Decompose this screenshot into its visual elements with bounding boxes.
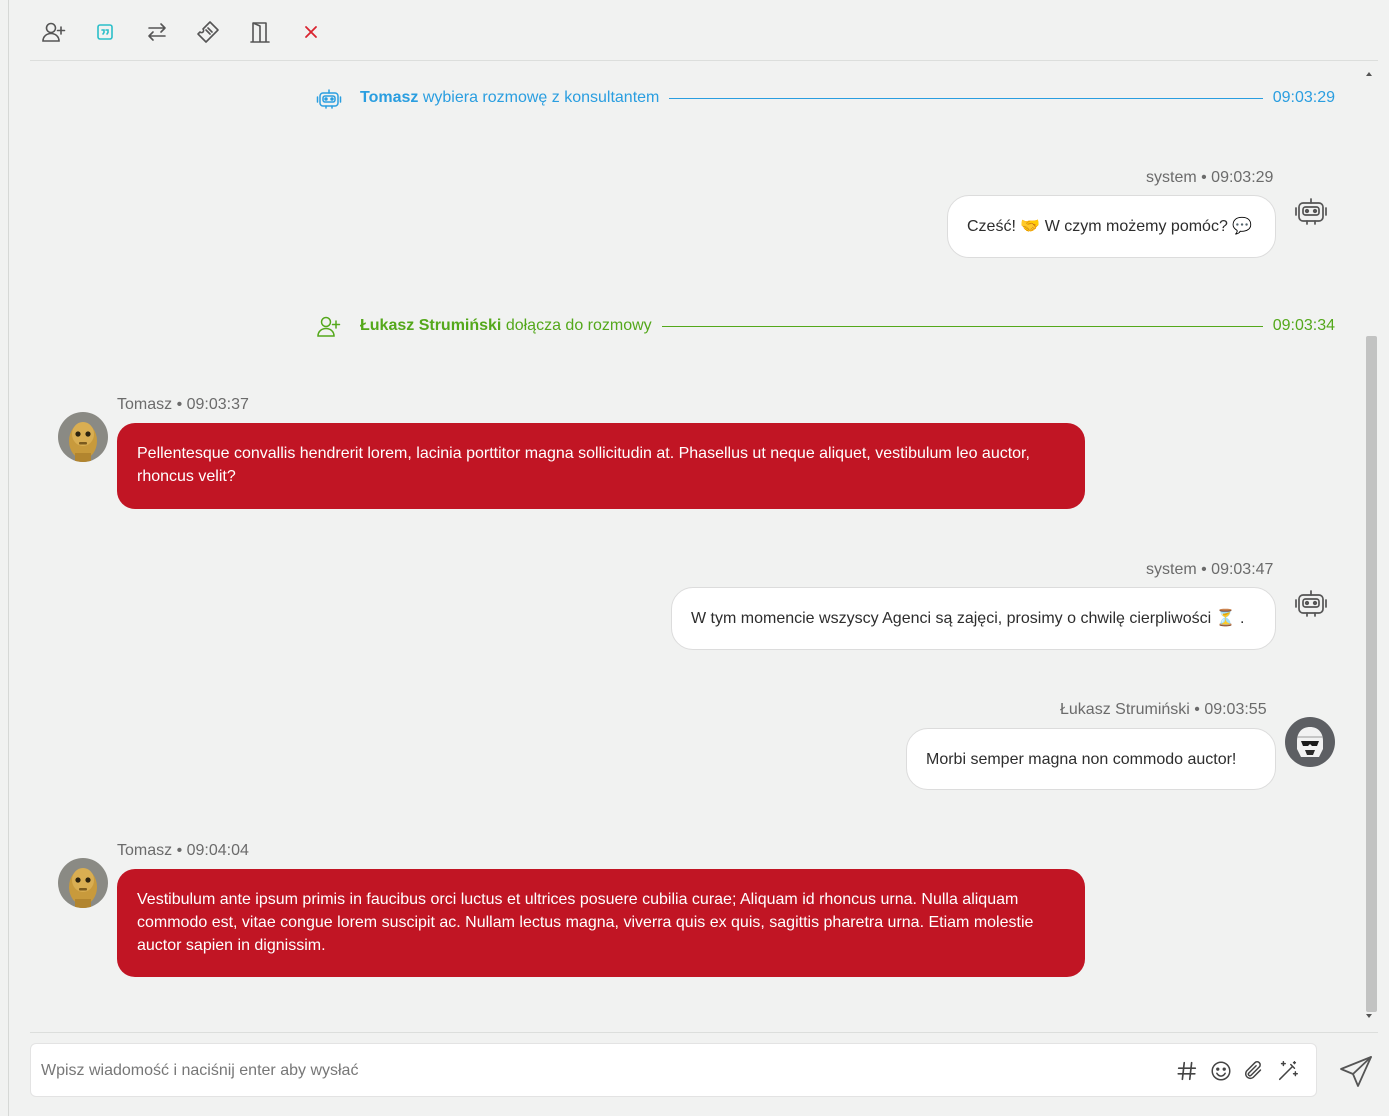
event-row: Łukasz Strumiński dołącza do rozmowy 09:… bbox=[316, 314, 1335, 338]
robot-icon bbox=[316, 89, 342, 109]
message-meta: Tomasz • 09:03:37 bbox=[117, 396, 249, 413]
message-bubble: Cześć! 🤝 W czym możemy pomóc? 💬 bbox=[947, 195, 1276, 258]
scroll-down-arrow[interactable] bbox=[1366, 1014, 1372, 1018]
avatar-gold-robot bbox=[58, 412, 108, 462]
event-text: Łukasz Strumiński dołącza do rozmowy bbox=[360, 317, 652, 335]
message-composer bbox=[30, 1043, 1317, 1097]
event-user-name: Tomasz bbox=[360, 89, 419, 106]
robot-icon bbox=[1295, 198, 1327, 225]
composer-divider bbox=[30, 1032, 1378, 1033]
event-user-name: Łukasz Strumiński bbox=[360, 317, 502, 334]
message-input[interactable] bbox=[39, 1054, 1143, 1088]
event-divider bbox=[669, 97, 1263, 99]
hashtag-button[interactable] bbox=[1174, 1058, 1200, 1084]
message-meta: Łukasz Strumiński • 09:03:55 bbox=[1060, 701, 1267, 718]
avatar bbox=[1285, 717, 1335, 767]
message-meta: system • 09:03:29 bbox=[1146, 169, 1274, 186]
transfer-icon bbox=[148, 23, 166, 41]
exit-door-button[interactable] bbox=[246, 18, 274, 46]
message-bubble: Vestibulum ante ipsum primis in faucibus… bbox=[117, 869, 1085, 977]
ai-assist-button[interactable] bbox=[1275, 1058, 1301, 1084]
emoji-icon bbox=[1211, 1061, 1231, 1081]
ticket-button[interactable] bbox=[194, 18, 222, 46]
message-meta: Tomasz • 09:04:04 bbox=[117, 842, 249, 859]
message-meta: system • 09:03:47 bbox=[1146, 561, 1274, 578]
message-bubble: Morbi semper magna non commodo auctor! bbox=[906, 728, 1276, 790]
add-user-icon bbox=[317, 316, 341, 337]
send-icon bbox=[1340, 1056, 1372, 1087]
event-text: Tomasz wybiera rozmowę z konsultantem bbox=[360, 89, 659, 107]
close-chat-button[interactable] bbox=[297, 18, 325, 46]
event-time: 09:03:29 bbox=[1272, 89, 1335, 106]
avatar bbox=[58, 858, 108, 908]
add-user-button[interactable] bbox=[40, 18, 68, 46]
add-user-icon bbox=[42, 22, 66, 42]
event-description: wybiera rozmowę z konsultantem bbox=[418, 89, 660, 106]
transfer-button[interactable] bbox=[143, 18, 171, 46]
avatar-gold-robot bbox=[58, 858, 108, 908]
avatar bbox=[58, 412, 108, 462]
event-divider bbox=[661, 325, 1263, 327]
scrollbar-thumb[interactable] bbox=[1366, 336, 1377, 1012]
quote-icon bbox=[97, 24, 113, 40]
message-bubble: Pellentesque convallis hendrerit lorem, … bbox=[117, 423, 1085, 509]
scroll-up-arrow[interactable] bbox=[1366, 72, 1372, 76]
avatar-trooper bbox=[1285, 717, 1335, 767]
event-description: dołącza do rozmowy bbox=[501, 317, 652, 334]
toolbar bbox=[30, 0, 1378, 61]
magic-wand-icon bbox=[1278, 1061, 1298, 1081]
event-row: Tomasz wybiera rozmowę z konsultantem 09… bbox=[316, 86, 1335, 110]
quote-button[interactable] bbox=[91, 18, 119, 46]
ticket-icon bbox=[197, 21, 219, 43]
message-bubble: W tym momencie wszyscy Agenci są zajęci,… bbox=[671, 587, 1276, 650]
door-exit-icon bbox=[250, 22, 270, 43]
paperclip-icon bbox=[1244, 1061, 1262, 1080]
attach-file-button[interactable] bbox=[1241, 1058, 1267, 1084]
left-border bbox=[8, 0, 9, 1116]
emoji-button[interactable] bbox=[1208, 1058, 1234, 1084]
hashtag-icon bbox=[1177, 1061, 1197, 1081]
close-icon bbox=[305, 26, 317, 38]
send-button[interactable] bbox=[1337, 1052, 1375, 1090]
robot-icon bbox=[1295, 590, 1327, 617]
event-time: 09:03:34 bbox=[1272, 317, 1335, 334]
